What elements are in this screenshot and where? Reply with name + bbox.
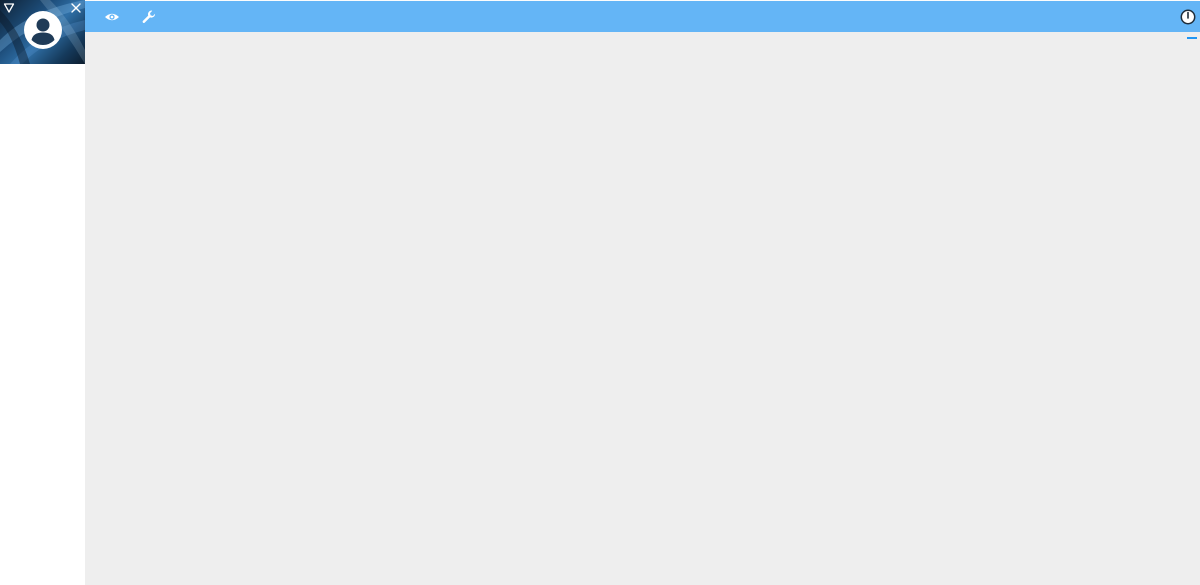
main-content: [85, 32, 1200, 585]
wrench-icon[interactable]: [141, 9, 157, 25]
account-circle-icon[interactable]: [23, 10, 63, 50]
triangle-down-icon[interactable]: [3, 2, 15, 14]
scroll-indicator: [1187, 37, 1197, 39]
eye-icon[interactable]: [104, 9, 120, 25]
profile-banner: [0, 0, 85, 64]
app-window: [0, 0, 1200, 585]
top-toolbar: [85, 1, 1200, 32]
sidebar: [0, 0, 85, 585]
power-icon[interactable]: [1180, 9, 1196, 25]
close-icon[interactable]: [70, 2, 82, 14]
